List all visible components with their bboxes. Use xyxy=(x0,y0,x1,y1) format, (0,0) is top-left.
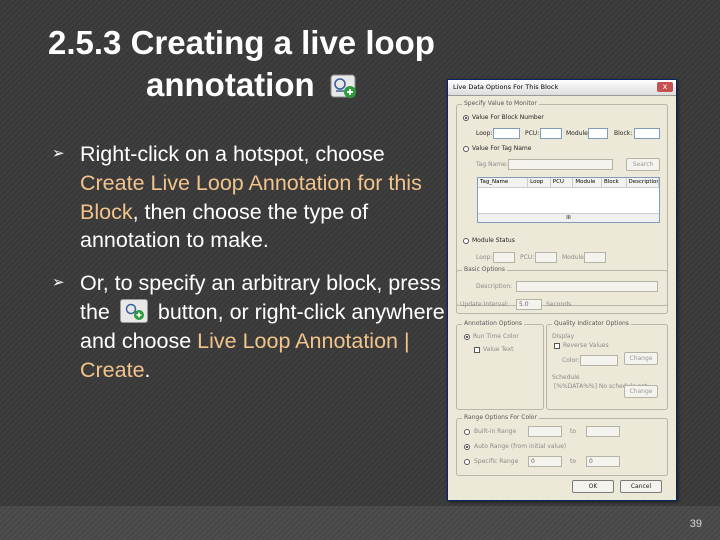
annotation-icon xyxy=(330,68,358,110)
description-label: Description: xyxy=(476,283,513,290)
value-text-checkbox[interactable] xyxy=(474,347,480,353)
dialog-titlebar: Live Data Options For This Block x xyxy=(448,80,676,96)
specific-to-label: to xyxy=(570,458,577,465)
value-for-block-number-label: Value For Block Number xyxy=(472,114,544,121)
bullet-1-text-before: Right-click on a hotspot, choose xyxy=(80,142,385,166)
loop-input[interactable] xyxy=(493,128,520,139)
block-label: Block: xyxy=(614,130,633,137)
title-line-2-text: annotation xyxy=(146,66,315,103)
schedule-label: Schedule xyxy=(552,374,580,381)
column-header-pcu[interactable]: PCU xyxy=(551,178,574,187)
change-color-button[interactable]: Change xyxy=(624,352,658,365)
built-in-range-radio[interactable] xyxy=(464,429,470,435)
column-header-module[interactable]: Module xyxy=(573,178,602,187)
horizontal-scrollbar[interactable]: III xyxy=(478,213,659,222)
arrow-bullet-icon: ➢ xyxy=(52,145,65,162)
bullet-2-text-after: . xyxy=(144,357,151,382)
block-input[interactable] xyxy=(634,128,660,139)
pcu-input[interactable] xyxy=(540,128,562,139)
ok-button[interactable]: OK xyxy=(572,480,614,493)
title-line-2: annotation xyxy=(48,64,468,110)
run-time-color-label: Run Time Color xyxy=(473,333,519,340)
range-options-group-label: Range Options For Color xyxy=(462,414,539,422)
auto-range-label: Auto Range (from initial value) xyxy=(474,443,567,450)
reverse-values-checkbox[interactable] xyxy=(554,343,560,349)
cancel-button[interactable]: Cancel xyxy=(620,480,662,493)
value-for-block-number-radio[interactable] xyxy=(463,115,469,121)
color-swatch[interactable] xyxy=(580,355,618,366)
auto-range-radio[interactable] xyxy=(464,444,470,450)
status-loop-label: Loop: xyxy=(476,254,493,261)
color-label: Color: xyxy=(562,357,580,364)
run-time-color-radio[interactable] xyxy=(464,334,470,340)
specific-range-radio[interactable] xyxy=(464,459,470,465)
value-for-tag-name-label: Value For Tag Name xyxy=(472,145,532,152)
seconds-label: Seconds xyxy=(546,301,572,308)
footer-band xyxy=(0,506,720,540)
loop-label: Loop: xyxy=(476,130,493,137)
tag-table-header: Tag_Name Loop PCU Module Block Descripti… xyxy=(478,178,659,188)
status-pcu-input[interactable] xyxy=(535,252,557,263)
status-loop-input[interactable] xyxy=(493,252,515,263)
built-in-range-max[interactable] xyxy=(586,426,620,437)
module-status-radio[interactable] xyxy=(463,238,469,244)
status-module-label: Module: xyxy=(562,254,586,261)
module-input[interactable] xyxy=(588,128,608,139)
reverse-values-label: Reverse Values xyxy=(563,342,609,349)
status-pcu-label: PCU: xyxy=(520,254,535,261)
change-schedule-button[interactable]: Change xyxy=(624,385,658,398)
bullet-item-1: ➢ Right-click on a hotspot, choose Creat… xyxy=(52,140,447,255)
annotation-icon xyxy=(119,298,148,323)
search-button[interactable]: Search xyxy=(626,158,660,171)
module-label: Module: xyxy=(566,130,590,137)
column-header-block[interactable]: Block xyxy=(602,178,627,187)
specific-range-min[interactable]: 0 xyxy=(528,456,562,467)
module-status-label: Module Status xyxy=(472,237,515,244)
bullet-list: ➢ Right-click on a hotspot, choose Creat… xyxy=(52,140,447,398)
dialog-title: Live Data Options For This Block xyxy=(453,83,559,91)
column-header-loop[interactable]: Loop xyxy=(528,178,551,187)
annotation-options-group-label: Annotation Options xyxy=(462,320,524,328)
built-in-to-label: to xyxy=(570,428,577,435)
column-header-description[interactable]: Description xyxy=(627,178,659,187)
basic-options-group-label: Basic Options xyxy=(462,266,507,274)
tag-table: Tag_Name Loop PCU Module Block Descripti… xyxy=(477,177,660,223)
close-icon[interactable]: x xyxy=(657,82,673,92)
update-interval-label: Update Interval: xyxy=(460,301,509,308)
specify-value-group-label: Specify Value to Monitor xyxy=(462,100,539,108)
column-header-tag-name[interactable]: Tag_Name xyxy=(478,178,529,187)
quality-indicator-group-label: Quality Indicator Options xyxy=(552,320,631,328)
slide-title: 2.5.3 Creating a live loop annotation xyxy=(48,22,468,110)
display-label: Display xyxy=(552,333,575,340)
value-for-tag-name-radio[interactable] xyxy=(463,146,469,152)
pcu-label: PCU: xyxy=(525,130,540,137)
page-number: 39 xyxy=(689,518,702,530)
value-text-label: Value Text xyxy=(483,346,514,353)
built-in-range-label: Built-in Range xyxy=(474,428,517,435)
built-in-range-min[interactable] xyxy=(528,426,562,437)
tag-name-label: Tag Name: xyxy=(476,161,508,168)
arrow-bullet-icon: ➢ xyxy=(52,274,65,292)
live-data-options-dialog: Live Data Options For This Block x Speci… xyxy=(447,79,677,501)
description-input[interactable] xyxy=(516,281,658,292)
specific-range-max[interactable]: 0 xyxy=(586,456,620,467)
update-interval-input[interactable]: 5.0 xyxy=(516,299,542,310)
specific-range-label: Specific Range xyxy=(474,458,519,465)
status-module-input[interactable] xyxy=(584,252,606,263)
tag-name-input[interactable] xyxy=(508,159,613,170)
title-line-1: 2.5.3 Creating a live loop xyxy=(48,24,435,61)
bullet-item-2: ➢ Or, to specify an arbitrary block, pre… xyxy=(52,269,447,384)
